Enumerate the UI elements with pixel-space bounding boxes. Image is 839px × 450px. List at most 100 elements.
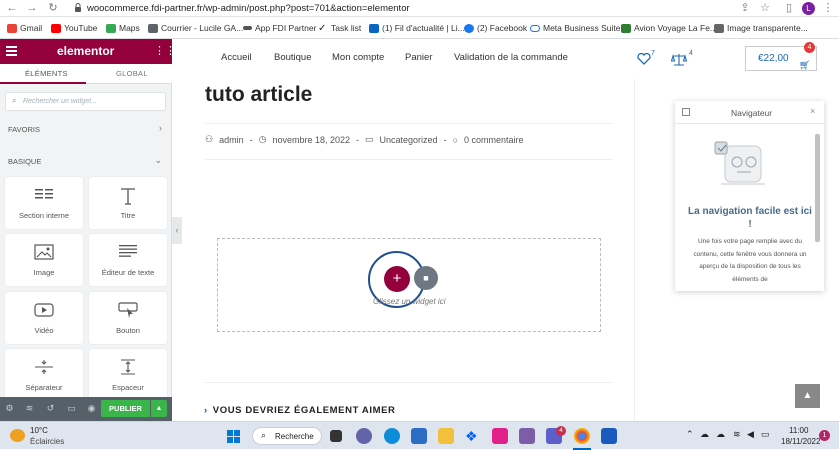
onenote-icon[interactable] xyxy=(519,428,535,444)
navigator-header[interactable]: Navigateur × xyxy=(675,101,824,124)
weather-desc[interactable]: Éclaircies xyxy=(30,437,64,446)
responsive-icon[interactable]: ▭ xyxy=(66,403,77,414)
menu-boutique[interactable]: Boutique xyxy=(274,52,312,63)
taskbar-search[interactable]: ⌕ Recherche xyxy=(252,427,322,445)
bookmark-linkedin[interactable]: (1) Fil d'actualité | Li... xyxy=(369,22,465,34)
back-icon[interactable]: ← xyxy=(5,2,19,15)
navigator-scrollbar[interactable] xyxy=(815,134,820,242)
share-icon[interactable]: ⇪ xyxy=(738,2,752,15)
grid-icon[interactable]: ⋮⋮ xyxy=(154,44,176,58)
widget-separateur[interactable]: Séparateur xyxy=(5,349,83,401)
wishlist-heart-icon[interactable] xyxy=(637,53,651,65)
teams-badge: 4 xyxy=(556,426,566,436)
bookmark-youtube[interactable]: YouTube xyxy=(51,22,97,34)
widget-image[interactable]: Image xyxy=(5,234,83,286)
bookmark-tasklist[interactable]: ✓ Task list xyxy=(318,22,361,34)
windows-start-icon[interactable] xyxy=(227,430,240,443)
profile-avatar[interactable]: L xyxy=(802,2,815,15)
app-pink-icon[interactable] xyxy=(492,428,508,444)
widget-editeur-texte[interactable]: Éditeur de texte xyxy=(89,234,167,286)
widget-dropzone[interactable]: + ■ Glissez un widget ici xyxy=(217,238,601,332)
bookmark-facebook[interactable]: (2) Facebook xyxy=(464,22,527,34)
clock-date[interactable]: 18/11/2022 xyxy=(781,437,820,446)
edge-icon[interactable] xyxy=(384,428,400,444)
bookmark-image[interactable]: Image transparente... xyxy=(714,22,808,34)
cloud-icon[interactable]: ☁ xyxy=(700,429,709,440)
post-category[interactable]: Uncategorized xyxy=(380,135,438,145)
lock-icon[interactable] xyxy=(74,3,82,12)
chrome-icon[interactable] xyxy=(574,428,590,444)
youtube-icon xyxy=(51,23,61,33)
history-icon[interactable]: ↺ xyxy=(45,403,56,414)
bookmark-star-icon[interactable]: ☆ xyxy=(758,2,772,15)
scroll-to-top-button[interactable]: ▲ xyxy=(795,384,820,408)
dropbox-icon[interactable]: ❖ xyxy=(465,428,481,444)
store-icon[interactable] xyxy=(411,428,427,444)
settings-icon[interactable]: ⚙ xyxy=(4,403,15,414)
task-view-icon[interactable] xyxy=(330,430,342,442)
hamburger-icon[interactable] xyxy=(6,46,17,56)
chevron-right-icon[interactable]: › xyxy=(159,123,162,133)
battery-icon[interactable]: ▭ xyxy=(761,429,770,440)
cart-count-badge: 4 xyxy=(804,42,815,53)
widget-label: Éditeur de texte xyxy=(101,268,155,277)
volume-icon[interactable]: ◀ xyxy=(747,429,754,440)
bookmark-maps[interactable]: Maps xyxy=(106,22,140,34)
tab-elements[interactable]: ÉLÉMENTS xyxy=(25,69,68,78)
bookmark-gmail[interactable]: Gmail xyxy=(7,22,42,34)
close-icon[interactable]: × xyxy=(810,106,815,116)
widget-section-interne[interactable]: Section interne xyxy=(5,177,83,229)
post-title[interactable]: tuto article xyxy=(205,83,312,107)
widget-label: Séparateur xyxy=(25,383,63,392)
post-author[interactable]: admin xyxy=(219,135,244,145)
tab-global[interactable]: GLOBAL xyxy=(116,69,148,78)
publish-button[interactable]: PUBLIER xyxy=(101,400,150,417)
wifi-icon[interactable]: ≋ xyxy=(733,429,741,440)
widget-video[interactable]: Vidéo xyxy=(5,292,83,344)
post-date[interactable]: novembre 18, 2022 xyxy=(272,135,350,145)
post-comments[interactable]: 0 commentaire xyxy=(464,135,524,145)
menu-panier[interactable]: Panier xyxy=(405,52,432,63)
menu-mon-compte[interactable]: Mon compte xyxy=(332,52,384,63)
add-template-folder-icon[interactable]: ■ xyxy=(414,266,438,290)
clock-time[interactable]: 11:00 xyxy=(789,426,808,435)
chat-icon[interactable] xyxy=(356,428,372,444)
reload-icon[interactable]: ↻ xyxy=(46,2,60,15)
compare-scale-icon[interactable] xyxy=(671,53,687,66)
bookmark-fdi[interactable]: App FDI Partner xyxy=(243,22,316,34)
sidebar-icon[interactable]: ▯ xyxy=(782,2,796,15)
widget-bouton[interactable]: Bouton xyxy=(89,292,167,344)
navigator-empty-text: Une fois votre page remplie avec du cont… xyxy=(693,238,807,283)
collapse-panel-icon[interactable]: ‹ xyxy=(172,217,182,244)
layers-icon[interactable]: ≋ xyxy=(24,403,35,414)
elementor-panel: elementor ⋮⋮ ÉLÉMENTS GLOBAL ⌕ Recherche… xyxy=(0,39,176,421)
bookmark-courrier[interactable]: Courrier - Lucile GA... xyxy=(148,22,243,34)
menu-validation[interactable]: Validation de la commande xyxy=(454,52,568,63)
bookmark-meta[interactable]: Meta Business Suite xyxy=(530,22,620,34)
onedrive-icon[interactable]: ☁ xyxy=(716,429,725,440)
file-explorer-icon[interactable] xyxy=(438,428,454,444)
preview-eye-icon[interactable]: ◉ xyxy=(86,403,97,414)
notification-badge[interactable]: 1 xyxy=(819,430,830,441)
bookmark-avion[interactable]: Avion Voyage La Fe... xyxy=(621,22,717,34)
folder-icon: ▭ xyxy=(365,134,374,144)
address-bar[interactable]: woocommerce.fdi-partner.fr/wp-admin/post… xyxy=(87,3,410,14)
menu-accueil[interactable]: Accueil xyxy=(221,52,252,63)
widget-espaceur[interactable]: Espaceur xyxy=(89,349,167,401)
widget-search[interactable]: ⌕ Rechercher un widget... xyxy=(5,92,166,111)
search-input[interactable]: Rechercher un widget... xyxy=(23,98,97,105)
section-favoris[interactable]: FAVORIS xyxy=(8,125,40,134)
widget-titre[interactable]: Titre xyxy=(89,177,167,229)
chevron-up-icon[interactable]: ⌃ xyxy=(686,429,694,440)
forward-icon[interactable]: → xyxy=(25,2,39,15)
publish-options-icon[interactable]: ▲ xyxy=(151,400,167,417)
word-icon[interactable] xyxy=(601,428,617,444)
related-heading-text: VOUS DEVRIEZ ÉGALEMENT AIMER xyxy=(212,405,396,416)
more-menu-icon[interactable]: ⋮ xyxy=(821,2,835,15)
chevron-down-icon[interactable]: ⌄ xyxy=(154,155,162,166)
add-section-button[interactable]: + xyxy=(384,266,410,292)
section-basique[interactable]: BASIQUE xyxy=(8,157,41,166)
navigator-empty-title: La navigation facile est ici ! xyxy=(688,206,812,230)
weather-temp[interactable]: 10°C xyxy=(30,426,48,435)
cart-button[interactable]: €22,00 🛒︎ 4 xyxy=(745,42,817,71)
